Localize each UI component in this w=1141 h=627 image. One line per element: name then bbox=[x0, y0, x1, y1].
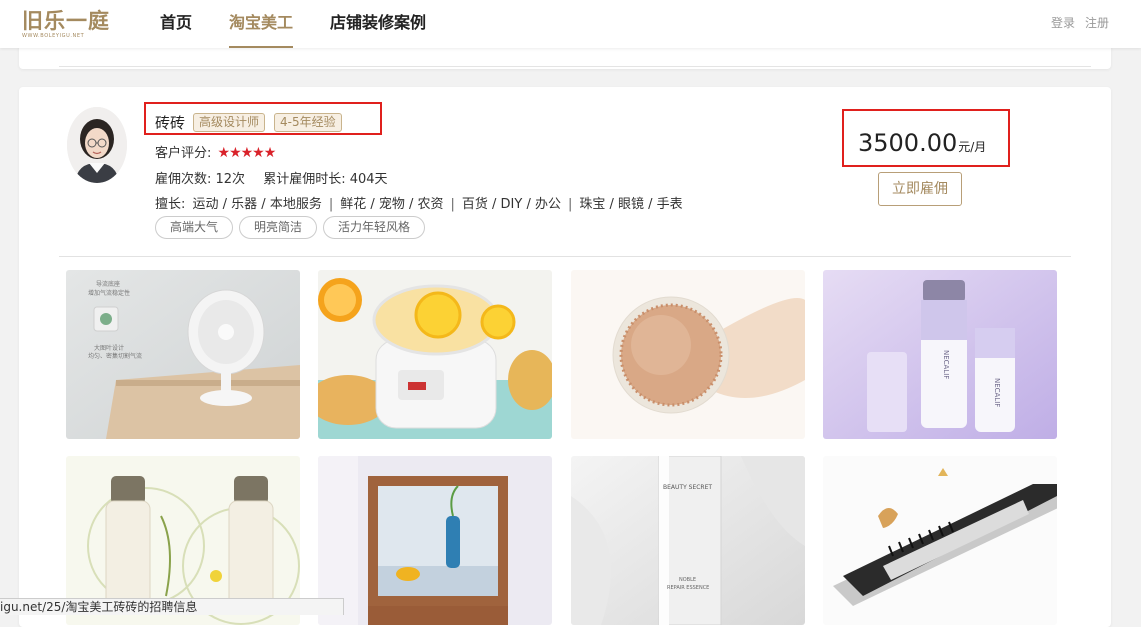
highlight-box-price bbox=[842, 109, 1010, 167]
site-logo[interactable]: 旧乐一庭 WWW.BOLEYIGU.NET bbox=[22, 9, 112, 41]
browser-status-bar: igu.net/25/淘宝美工砖砖的招聘信息 bbox=[0, 598, 344, 615]
portfolio-item-lemon-pot[interactable] bbox=[318, 270, 552, 439]
separator: | bbox=[567, 197, 573, 212]
specialty-item: 珠宝 / 眼镜 / 手表 bbox=[579, 197, 683, 212]
specialty-item: 鲜花 / 宠物 / 农资 bbox=[340, 197, 444, 212]
beauty-secret-label: BEAUTY SECRET bbox=[663, 484, 712, 491]
style-tag[interactable]: 活力年轻风格 bbox=[323, 216, 426, 239]
rating-label: 客户评分: bbox=[155, 146, 212, 161]
nav-item-home[interactable]: 首页 bbox=[160, 0, 192, 48]
portfolio-item-curling-brush[interactable] bbox=[823, 456, 1057, 625]
portfolio-item-sponge[interactable] bbox=[571, 270, 805, 439]
hire-now-button[interactable]: 立即雇佣 bbox=[878, 172, 962, 206]
specialties-row: 擅长: 运动 / 乐器 / 本地服务 | 鲜花 / 宠物 / 农资 | 百货 / DIY… bbox=[155, 193, 683, 212]
fan-caption-1: 导流底座 bbox=[96, 280, 120, 288]
essence-label: REPAIR ESSENCE bbox=[667, 585, 709, 591]
noble-label: NOBLE bbox=[679, 577, 696, 583]
highlight-box-name bbox=[144, 102, 382, 135]
fan-caption-2: 增加气流稳定性 bbox=[88, 289, 130, 297]
login-link[interactable]: 登录 bbox=[1051, 0, 1075, 46]
top-navigation-bar: 旧乐一庭 WWW.BOLEYIGU.NET 首页 淘宝美工 店铺装修案例 登录 … bbox=[0, 0, 1141, 48]
bottle-label-2: NECALIF bbox=[993, 378, 1001, 407]
avatar-image bbox=[67, 107, 127, 183]
portfolio-item-skincare[interactable]: NECALIF NECALIF bbox=[823, 270, 1057, 439]
specialty-item: 运动 / 乐器 / 本地服务 bbox=[192, 197, 322, 212]
logo-subtext: WWW.BOLEYIGU.NET bbox=[22, 33, 85, 39]
divider bbox=[59, 66, 1091, 67]
nav-item-taobao-design[interactable]: 淘宝美工 bbox=[229, 0, 294, 48]
specialty-label: 擅长: bbox=[155, 197, 186, 212]
fan-caption-3: 大图叶设计 bbox=[94, 344, 124, 352]
hire-count: 雇佣次数: 12次 bbox=[155, 172, 246, 187]
rating-stars: ★★★★★ bbox=[217, 145, 277, 161]
auth-links: 登录 注册 bbox=[1041, 0, 1109, 46]
fan-caption-4: 均匀、密集切割气流 bbox=[88, 352, 142, 360]
designer-card: 砖砖 高级设计师 4-5年经验 客户评分: ★★★★★ 雇佣次数: 12次 累计… bbox=[19, 87, 1111, 627]
portfolio-item-mirror[interactable] bbox=[318, 456, 552, 625]
separator: | bbox=[328, 197, 334, 212]
specialty-item: 百货 / DIY / 办公 bbox=[461, 197, 561, 212]
separator: | bbox=[450, 197, 455, 212]
nav-item-store-cases[interactable]: 店铺装修案例 bbox=[330, 0, 426, 48]
register-link[interactable]: 注册 bbox=[1085, 0, 1109, 46]
hire-duration: 累计雇佣时长: 404天 bbox=[263, 172, 388, 187]
portfolio-item-fan[interactable]: 导流底座 增加气流稳定性 大图叶设计 均匀、密集切割气流 bbox=[66, 270, 300, 439]
avatar[interactable] bbox=[67, 107, 127, 183]
style-tags: 高端大气 明亮简洁 活力年轻风格 bbox=[155, 216, 431, 239]
style-tag[interactable]: 明亮简洁 bbox=[239, 216, 318, 239]
rating-row: 客户评分: ★★★★★ bbox=[155, 142, 277, 161]
logo-text: 旧乐一庭 bbox=[22, 9, 110, 33]
section-divider bbox=[59, 256, 1071, 257]
hire-stats-row: 雇佣次数: 12次 累计雇佣时长: 404天 bbox=[155, 168, 388, 187]
style-tag[interactable]: 高端大气 bbox=[155, 216, 234, 239]
bottle-label-1: NECALIF bbox=[942, 350, 950, 379]
main-nav: 首页 淘宝美工 店铺装修案例 bbox=[160, 0, 463, 48]
portfolio-item-beauty-secret[interactable]: BEAUTY SECRET NOBLE REPAIR ESSENCE bbox=[571, 456, 805, 625]
